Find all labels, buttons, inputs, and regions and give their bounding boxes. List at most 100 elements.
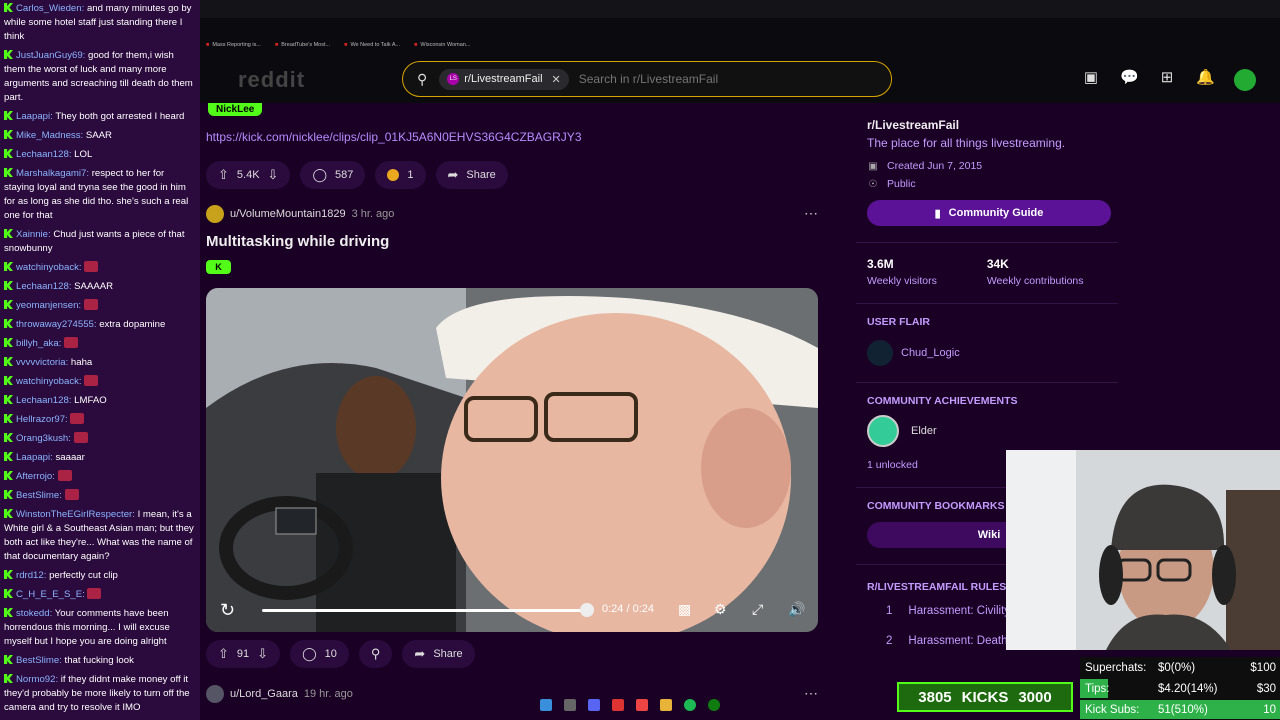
chat-username[interactable]: billyh_aka: [16, 338, 61, 349]
chat-message: Laapapi: saaaar [4, 451, 196, 465]
chat-username[interactable]: stokedd: [16, 608, 52, 619]
video-player[interactable]: ↻ 0:24 / 0:24 ▩ ⚙ ⤢ 🔊 [206, 288, 818, 632]
chat-username[interactable]: vvvvvictoria: [16, 357, 68, 368]
comments-button[interactable]: ◯ 587 [300, 161, 366, 189]
create-post-icon[interactable]: ⊞ [1158, 69, 1176, 87]
chat-message: Xainnie: Chud just wants a piece of that… [4, 228, 196, 256]
goal-row: Tips: $4.20(14%) $30 [1080, 678, 1280, 699]
chat-username[interactable]: BestSlime: [16, 490, 62, 501]
author-name-3[interactable]: u/Lord_Gaara [230, 688, 298, 700]
downvote-icon[interactable]: ⇩ [257, 646, 268, 662]
chat-username[interactable]: Lechaan128: [16, 281, 71, 292]
search-bar[interactable]: ⚲ LS r/LivestreamFail ✕ [402, 61, 892, 97]
start-icon[interactable] [540, 699, 552, 711]
chat-username[interactable]: Orang3kush: [16, 433, 71, 444]
upvote-icon[interactable]: ⇧ [218, 646, 229, 662]
chat-username[interactable]: watchinyoback: [16, 376, 82, 387]
volume-icon[interactable]: 🔊 [788, 601, 805, 618]
chat-username[interactable]: BestSlime: [16, 655, 62, 666]
chat-username[interactable]: Carlos_Wieden: [16, 3, 84, 14]
award-button[interactable]: 1 [375, 161, 426, 189]
upvote-icon[interactable]: ⇧ [218, 167, 229, 183]
share-button-2[interactable]: ➦ Share [402, 640, 475, 668]
post-link[interactable]: https://kick.com/nicklee/clips/clip_01KJ… [206, 130, 582, 144]
downvote-icon[interactable]: ⇩ [268, 167, 279, 183]
community-name[interactable]: r/LivestreamFail [867, 118, 1118, 132]
more-options-icon[interactable]: ⋯ [804, 205, 819, 222]
bookmark-item[interactable]: Wisconsin Woman... [414, 42, 470, 48]
notifications-bell-icon[interactable]: 🔔 [1196, 69, 1215, 87]
user-avatar[interactable] [1234, 69, 1256, 91]
achievement-row[interactable]: Elder [867, 415, 1118, 447]
chat-username[interactable]: watchinyoback: [16, 262, 82, 273]
kick-badge-icon [4, 338, 13, 347]
share-button[interactable]: ➦ Share [435, 161, 508, 189]
community-guide-button[interactable]: ▮ Community Guide [867, 200, 1111, 226]
more-options-icon-3[interactable]: ⋯ [804, 685, 819, 702]
chat-username[interactable]: Afterrojo: [16, 471, 55, 482]
chat-username[interactable]: Mike_Madness: [16, 130, 83, 141]
author-name[interactable]: u/VolumeMountain1829 [230, 208, 346, 220]
obs-icon[interactable] [612, 699, 624, 711]
captions-icon[interactable]: ▩ [678, 601, 691, 618]
chat-username[interactable]: Lechaan128: [16, 395, 71, 406]
subreddit-chip[interactable]: LS r/LivestreamFail ✕ [439, 68, 569, 90]
kick-badge-icon [4, 281, 13, 290]
chat-message: BestSlime: that fucking look [4, 654, 196, 668]
close-icon[interactable]: ✕ [552, 73, 561, 86]
webcam-overlay [1006, 450, 1280, 650]
post-title[interactable]: Multitasking while driving [206, 233, 389, 250]
chat-message: Carlos_Wieden: and many minutes go by wh… [4, 2, 196, 44]
flair-avatar [867, 340, 893, 366]
author-avatar[interactable] [206, 205, 224, 223]
award-button-2[interactable]: ⚲ [358, 640, 393, 668]
chat-username[interactable]: C_H_E_E_S_E: [16, 589, 85, 600]
chat-message: WinstonTheEGirlRespecter: I mean, it's a… [4, 508, 196, 564]
discord-icon[interactable] [588, 699, 600, 711]
bookmark-item[interactable]: BreadTube's Most... [275, 42, 330, 48]
search-icon[interactable] [564, 699, 576, 711]
chat-username[interactable]: Hellrazor97: [16, 414, 68, 425]
video-progress-bar[interactable] [262, 609, 588, 612]
settings-gear-icon[interactable]: ⚙ [714, 601, 727, 618]
chat-text: LMFAO [74, 395, 107, 406]
chat-message: rdrd12: perfectly cut clip [4, 569, 196, 583]
fullscreen-icon[interactable]: ⤢ [752, 601, 763, 618]
share-icon: ➦ [447, 167, 459, 182]
goal-target: 10 [1263, 703, 1276, 716]
replay-icon[interactable]: ↻ [220, 600, 235, 621]
chat-username[interactable]: throwaway274555: [16, 319, 97, 330]
donation-goals: Superchats: $0(0%) $100 Tips: $4.20(14%) $30 K… [1080, 657, 1280, 720]
chat-message: throwaway274555: extra dopamine [4, 318, 196, 332]
chat-username[interactable]: WinstonTheEGirlRespecter: [16, 509, 135, 520]
chat-username[interactable]: Xainnie: [16, 229, 51, 240]
spotify-icon[interactable] [684, 699, 696, 711]
chat-username[interactable]: yeomanjensen: [16, 300, 81, 311]
chat-username[interactable]: Normo92: [16, 674, 58, 685]
chat-username[interactable]: JustJuanGuy69: [16, 50, 85, 61]
search-input[interactable] [578, 72, 879, 86]
bookmark-item[interactable]: Mass Reporting is... [206, 42, 261, 48]
kick-badge-icon [4, 414, 13, 423]
chat-username[interactable]: Lechaan128: [16, 149, 71, 160]
chat-username[interactable]: Laapapi: [16, 111, 53, 122]
bookmark-item[interactable]: We Need to Talk A... [344, 42, 400, 48]
folder-icon[interactable] [660, 699, 672, 711]
chrome-icon[interactable] [636, 699, 648, 711]
chat-message: watchinyoback: [4, 261, 196, 275]
award-icon [387, 169, 400, 181]
chat-username[interactable]: rdrd12: [16, 570, 46, 581]
reddit-logo[interactable]: reddit [238, 67, 305, 93]
video-scrubber[interactable] [580, 603, 594, 617]
chat-icon[interactable]: 💬 [1120, 69, 1139, 87]
subreddit-chip-label: r/LivestreamFail [464, 73, 543, 85]
xbox-icon[interactable] [708, 699, 720, 711]
chat-message: Mike_Madness: SAAR [4, 129, 196, 143]
user-flair-row[interactable]: Chud_Logic [867, 340, 1118, 366]
kick-badge-icon [4, 490, 13, 499]
comments-button-2[interactable]: ◯ 10 [290, 640, 349, 668]
author-avatar-3[interactable] [206, 685, 224, 703]
chat-username[interactable]: Laapapi: [16, 452, 53, 463]
chat-username[interactable]: Marshalkagami7: [16, 168, 89, 179]
advertise-icon[interactable]: ▣ [1082, 69, 1100, 87]
